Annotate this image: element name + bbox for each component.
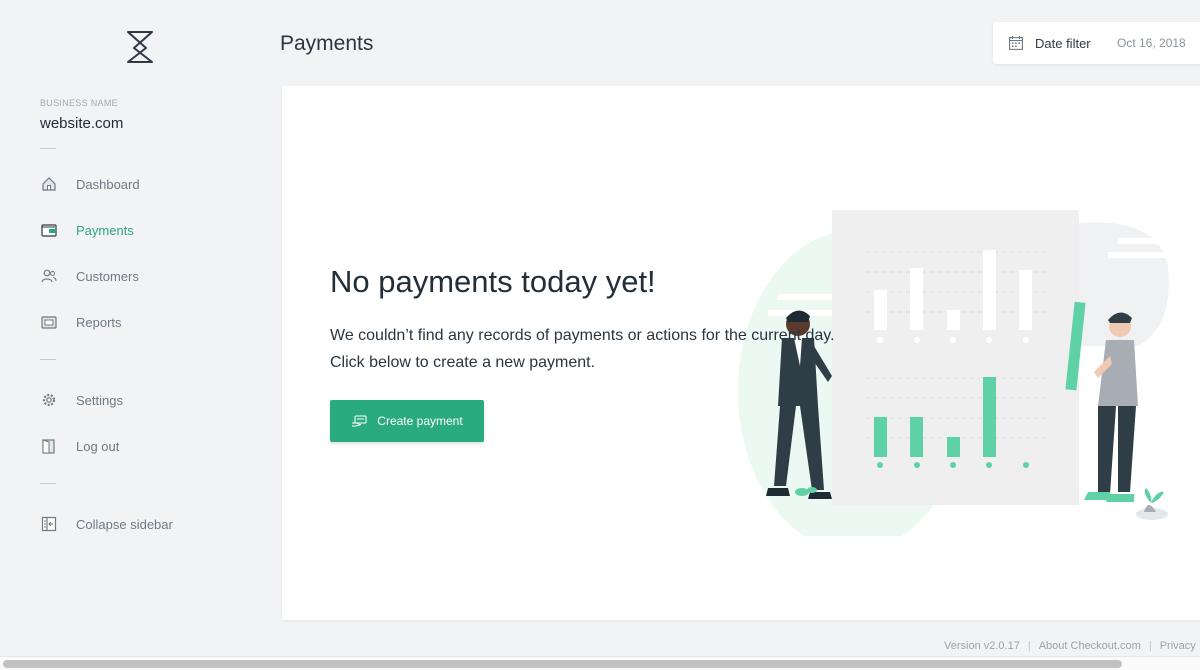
- gear-icon: [40, 391, 58, 409]
- payments-empty-card: No payments today yet! We couldn’t find …: [282, 86, 1200, 620]
- empty-state-message: We couldn’t find any records of payments…: [330, 327, 835, 344]
- sidebar-item-label: Collapse sidebar: [76, 516, 173, 532]
- calendar-icon: [1009, 36, 1023, 50]
- about-link[interactable]: About Checkout.com: [1039, 640, 1141, 652]
- scrollbar-thumb[interactable]: [3, 660, 1122, 668]
- page-title: Payments: [280, 32, 374, 55]
- footer-separator: |: [1148, 640, 1152, 652]
- users-icon: [40, 267, 58, 285]
- empty-state-illustration: [738, 210, 1169, 536]
- reports-icon: [40, 313, 58, 331]
- version-text: Version v2.0.17: [944, 640, 1020, 652]
- sidebar-item-label: Log out: [76, 438, 120, 454]
- sidebar-item-label: Payments: [76, 222, 134, 238]
- empty-state-hint: Click below to create a new payment.: [330, 354, 596, 371]
- horizontal-scrollbar[interactable]: [0, 656, 1200, 670]
- sidebar-item-customers[interactable]: Customers: [40, 266, 139, 286]
- create-payment-label: Create payment: [377, 414, 463, 428]
- collapse-sidebar-icon: [40, 515, 58, 533]
- wallet-icon: [40, 221, 58, 239]
- home-icon: [40, 175, 58, 193]
- date-filter-label: Date filter: [1035, 35, 1091, 51]
- sidebar: BUSINESS NAME website.com Dashboard Paym…: [0, 0, 280, 670]
- sidebar-item-settings[interactable]: Settings: [40, 390, 123, 410]
- sidebar-item-label: Dashboard: [76, 176, 140, 192]
- empty-state-title: No payments today yet!: [330, 264, 656, 299]
- business-name: website.com: [40, 115, 124, 132]
- sidebar-divider: [40, 483, 56, 484]
- date-filter[interactable]: Date filter Oct 16, 2018: [993, 22, 1200, 64]
- checkout-logo-icon[interactable]: [126, 30, 154, 64]
- sidebar-item-logout[interactable]: Log out: [40, 436, 119, 456]
- sidebar-item-collapse[interactable]: Collapse sidebar: [40, 514, 173, 534]
- create-payment-button[interactable]: Create payment: [330, 400, 484, 442]
- business-name-label: BUSINESS NAME: [40, 98, 118, 108]
- sidebar-divider: [40, 148, 56, 149]
- sidebar-item-payments[interactable]: Payments: [40, 220, 134, 240]
- logout-door-icon: [40, 437, 58, 455]
- date-filter-value[interactable]: Oct 16, 2018: [1117, 36, 1186, 50]
- sidebar-item-label: Settings: [76, 392, 123, 408]
- sidebar-divider: [40, 359, 56, 360]
- sidebar-item-label: Customers: [76, 268, 139, 284]
- payment-hand-icon: [352, 415, 367, 427]
- sidebar-item-dashboard[interactable]: Dashboard: [40, 174, 140, 194]
- footer: Version v2.0.17 | About Checkout.com | Priva…: [944, 640, 1196, 652]
- footer-separator: |: [1027, 640, 1031, 652]
- sidebar-item-reports[interactable]: Reports: [40, 312, 122, 332]
- sidebar-item-label: Reports: [76, 314, 122, 330]
- privacy-link[interactable]: Privacy: [1160, 640, 1196, 652]
